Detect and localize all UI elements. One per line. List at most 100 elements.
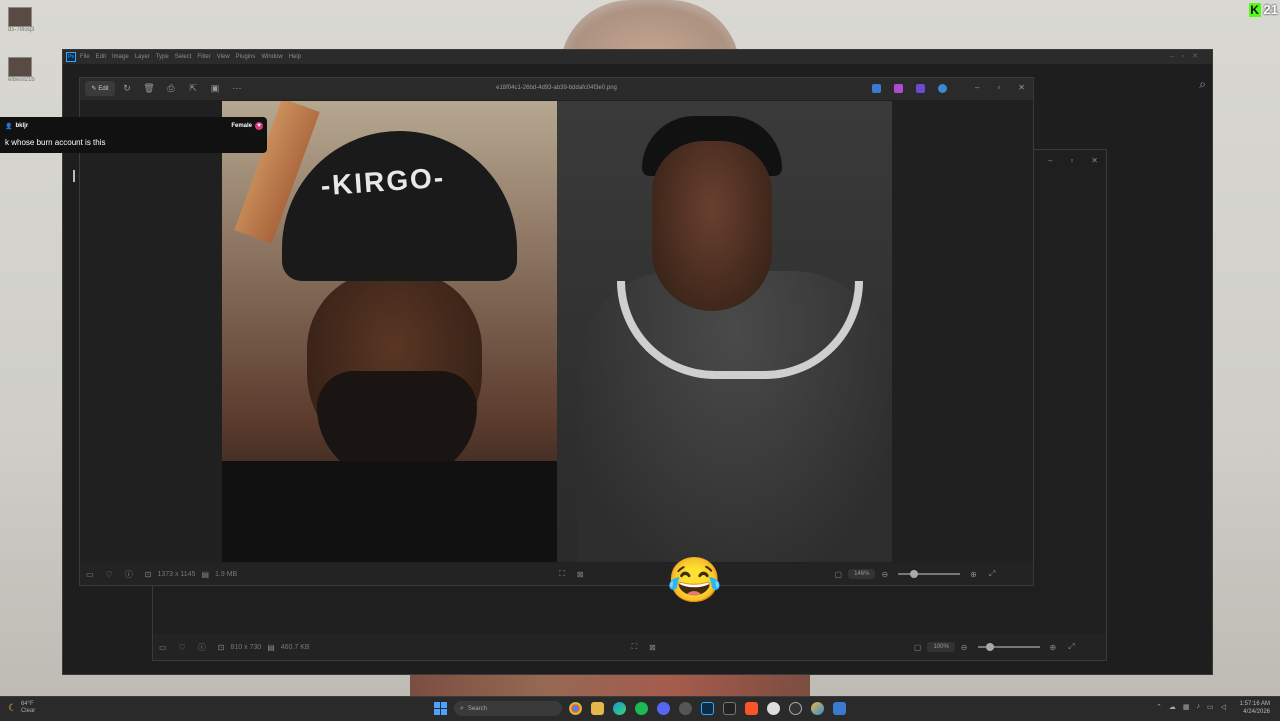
viewer-toolbar: ✎ Edit ↻ 🗑 ⎙ ⇱ ▣ ⋯ e18f04c1-26bd-4d93-ab…	[80, 78, 1033, 100]
start-windows-icon[interactable]	[434, 702, 447, 715]
menu-help[interactable]: Help	[289, 54, 301, 60]
zoom-out-icon[interactable]: ⊖	[881, 570, 888, 579]
favorite-icon[interactable]: ♡	[106, 570, 113, 579]
app-icon-designer[interactable]	[872, 84, 881, 93]
viewer2-statusbar: ▭ ♡ ⓘ ⊡ 810 x 730 ▤ 460.7 KB ⛶ ⊠ ▢ 100% …	[153, 634, 1106, 660]
dimensions-icon: ⊡	[217, 642, 225, 652]
mic-icon[interactable]: ♪	[1196, 703, 1200, 711]
network-icon[interactable]: ▦	[1183, 703, 1190, 711]
app-icon-clipchamp[interactable]	[894, 84, 903, 93]
close-icon[interactable]: ✕	[1091, 156, 1098, 165]
menu-window[interactable]: Window	[261, 54, 282, 60]
photoshop-icon[interactable]	[701, 702, 714, 715]
image-dimensions: 810 x 730	[230, 643, 262, 651]
display-icon[interactable]: ▭	[1207, 703, 1214, 711]
zoom-out-icon[interactable]: ⊖	[961, 643, 968, 652]
menu-edit[interactable]: Edit	[96, 54, 106, 60]
desktop-icon[interactable]: elbwsl21b	[8, 57, 48, 83]
info-icon[interactable]: ⓘ	[125, 569, 133, 580]
search-icon[interactable]: ⌕	[1199, 77, 1206, 92]
obs-icon[interactable]	[767, 702, 780, 715]
laughing-emoji-overlay: 😂	[667, 556, 722, 605]
close-icon[interactable]: ✕	[1192, 53, 1206, 60]
menu-select[interactable]: Select	[175, 54, 192, 60]
app-icon-edit[interactable]	[916, 84, 925, 93]
close-icon[interactable]: ✕	[1018, 83, 1025, 92]
search-icon: ⌕	[460, 704, 464, 712]
aspect-icon[interactable]: ▢	[914, 643, 922, 652]
tool-indicator	[73, 170, 75, 182]
fit-icon[interactable]: ⛶	[632, 642, 638, 652]
desktop-icon[interactable]: ds-78loq3	[8, 7, 48, 33]
menu-view[interactable]: View	[217, 54, 230, 60]
zoom-slider-knob[interactable]	[985, 643, 994, 651]
discord-icon[interactable]	[657, 702, 670, 715]
chat-header: 👤 bkljr Female ♥	[5, 122, 263, 130]
zoom-slider[interactable]	[977, 643, 1040, 651]
image-dimensions: 1373 x 1145	[157, 570, 196, 578]
zoom-in-icon[interactable]: ⊕	[1050, 643, 1057, 652]
fullscreen-icon[interactable]: ⤢	[1068, 642, 1074, 652]
app-icon[interactable]	[811, 702, 824, 715]
chat-gender: Female ♥	[231, 122, 263, 130]
image-filesize: 460.7 KB	[280, 643, 310, 651]
edge-icon[interactable]	[613, 702, 626, 715]
chevron-up-icon[interactable]: ⌃	[1156, 703, 1162, 711]
brave-icon[interactable]	[745, 702, 758, 715]
zoom-slider[interactable]	[898, 570, 961, 578]
info-icon[interactable]: ⓘ	[198, 642, 206, 653]
dimensions-icon: ⊡	[144, 569, 152, 579]
aspect-icon[interactable]: ▢	[835, 570, 843, 579]
viewer-window-controls: – ▫ ✕	[975, 83, 1025, 92]
menu-filter[interactable]: Filter	[197, 54, 210, 60]
viewer2-window-controls: – ▫ ✕	[1048, 156, 1098, 165]
weather-condition: Clear	[20, 708, 36, 714]
maximize-icon[interactable]: ▫	[997, 83, 1000, 92]
photos-icon[interactable]	[833, 702, 846, 715]
maximize-icon[interactable]: ▫	[1182, 53, 1192, 60]
spotify-icon[interactable]	[635, 702, 648, 715]
actual-size-icon[interactable]: ⊠	[577, 570, 584, 579]
chat-message-overlay: 👤 bkljr Female ♥ k whose burn account is…	[0, 117, 267, 153]
file-explorer-icon[interactable]	[591, 702, 604, 715]
menu-plugins[interactable]: Plugins	[236, 54, 256, 60]
onedrive-icon[interactable]	[938, 84, 947, 93]
taskbar-search[interactable]: ⌕ Search	[454, 701, 562, 716]
minimize-icon[interactable]: –	[975, 83, 979, 92]
zoom-dropdown[interactable]: 146%	[848, 569, 876, 579]
minimize-icon[interactable]: –	[1048, 156, 1052, 165]
photo-right-wrestler	[557, 101, 892, 562]
terminal-icon[interactable]	[723, 702, 736, 715]
zoom-in-icon[interactable]: ⊕	[970, 570, 977, 579]
photo-viewer-window: ✎ Edit ↻ 🗑 ⎙ ⇱ ▣ ⋯ e18f04c1-26bd-4d93-ab…	[79, 77, 1034, 586]
app-icon[interactable]	[679, 702, 692, 715]
actual-size-icon[interactable]: ⊠	[649, 643, 656, 652]
search-placeholder: Search	[467, 705, 487, 712]
filesize-icon: ▤	[267, 642, 275, 652]
black-shirt	[222, 461, 557, 562]
kick-viewer-badge: K 21	[1248, 2, 1278, 17]
chat-user: 👤 bkljr	[5, 123, 28, 130]
window-controls: –▫✕	[1170, 52, 1206, 60]
menu-layer[interactable]: Layer	[135, 54, 150, 60]
favorite-icon[interactable]: ♡	[179, 643, 186, 652]
fit-icon[interactable]: ⛶	[559, 569, 565, 579]
chrome-icon[interactable]	[569, 702, 582, 715]
clock[interactable]: 1:57:16 AM 4/24/2026	[1240, 700, 1270, 716]
filmstrip-icon[interactable]: ▭	[86, 570, 94, 579]
weather-temp: 64°F	[20, 701, 34, 707]
zoom-dropdown[interactable]: 100%	[927, 642, 955, 652]
zoom-slider-knob[interactable]	[910, 570, 919, 578]
menu-file[interactable]: File	[80, 54, 90, 60]
weather-widget[interactable]: ☾ 64°F Clear	[8, 701, 35, 715]
filmstrip-icon[interactable]: ▭	[159, 643, 167, 652]
minimize-icon[interactable]: –	[1170, 53, 1182, 60]
photoshop-logo-icon: Ps	[66, 52, 76, 62]
volume-icon[interactable]: ◁	[1221, 703, 1226, 711]
cloud-icon[interactable]: ☁	[1169, 703, 1176, 711]
menu-type[interactable]: Type	[156, 54, 169, 60]
maximize-icon[interactable]: ▫	[1070, 156, 1073, 165]
fullscreen-icon[interactable]: ⤢	[989, 569, 995, 579]
menu-image[interactable]: Image	[112, 54, 129, 60]
steam-icon[interactable]	[789, 702, 802, 715]
